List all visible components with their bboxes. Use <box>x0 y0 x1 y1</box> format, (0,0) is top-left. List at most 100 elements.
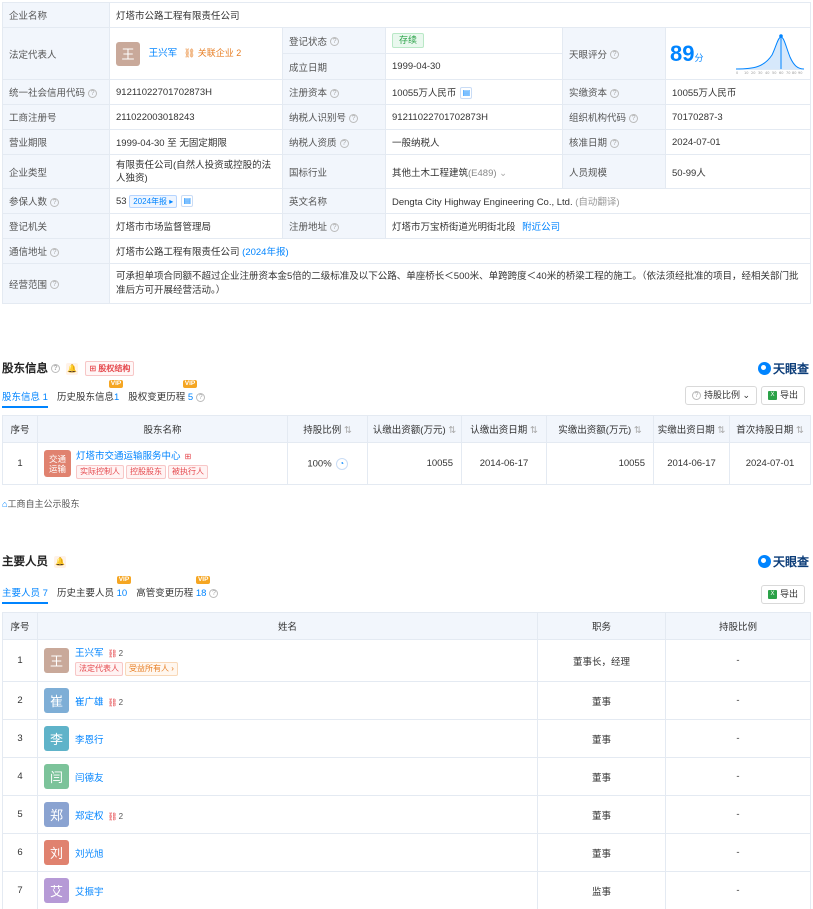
reg-capital: 10055万人民币 <box>392 87 457 99</box>
reg-capital-label-cell: 注册资本? <box>282 79 386 105</box>
taxpayer-qual: 一般纳税人 <box>385 129 563 155</box>
table-row: 2 崔崔广雄 ⛓2 董事 - <box>2 681 811 720</box>
help-icon[interactable]: ? <box>50 247 60 257</box>
help-icon[interactable]: ? <box>610 88 620 98</box>
person-avatar[interactable]: 闫 <box>44 764 69 789</box>
person-name[interactable]: 郑定权 <box>75 811 104 822</box>
person-title: 监事 <box>537 871 666 909</box>
tianyan-score-cell[interactable]: 89分 0 10 20 30 40 50 60 70 80 90 <box>664 27 812 80</box>
help-icon[interactable]: ? <box>330 88 340 98</box>
self-disclosed-shareholders-link[interactable]: ⌂工商自主公示股东 <box>2 497 79 510</box>
bell-icon[interactable]: 🔔 <box>54 555 67 568</box>
staff-header: 主要人员 🔔 <box>2 553 67 569</box>
legal-rep-avatar[interactable]: 王 <box>116 41 140 66</box>
col-paid-date[interactable]: 实缴出资日期 ⇅ <box>653 415 730 443</box>
person-name[interactable]: 刘光旭 <box>75 849 104 860</box>
col-subscribed-date[interactable]: 认缴出资日期 ⇅ <box>461 415 547 443</box>
insured-cell: 53 2024年报 ▸ ▤ <box>109 188 283 214</box>
help-icon[interactable]: ? <box>50 280 60 290</box>
annual-report-badge[interactable]: 2024年报 ▸ <box>129 194 178 208</box>
person-avatar[interactable]: 艾 <box>44 878 69 903</box>
related-corp-icon[interactable]: ⛓2 <box>108 649 124 658</box>
tab-shareholders[interactable]: 股东信息 1 <box>2 389 48 408</box>
reg-status-label: 登记状态 <box>289 36 328 48</box>
person-avatar[interactable]: 王 <box>44 648 69 673</box>
reg-capital-label: 注册资本 <box>289 88 328 99</box>
paid-capital-label: 实缴资本 <box>569 88 608 99</box>
help-icon[interactable]: ? <box>349 113 359 123</box>
tianyan-score-label: 天眼评分 <box>569 49 608 61</box>
help-icon[interactable]: ? <box>629 113 639 123</box>
nearby-companies-link[interactable]: 附近公司 <box>522 222 560 233</box>
shareholders-table: 序号 股东名称 持股比例 ⇅ 认缴出资额(万元) ⇅ 认缴出资日期 ⇅ 实缴出资… <box>2 415 811 485</box>
legal-rep-name[interactable]: 王兴军 <box>149 48 178 59</box>
help-icon[interactable]: ? <box>610 50 620 60</box>
help-icon[interactable]: ? <box>610 138 620 148</box>
tab-executive-changes[interactable]: 高管变更历程 18? VIP <box>136 576 219 604</box>
person-title: 董事 <box>537 757 666 796</box>
credit-code-label: 统一社会信用代码 <box>9 88 86 99</box>
tab-history-staff[interactable]: 历史主要人员 10 VIP <box>57 576 132 604</box>
bell-icon[interactable]: 🔔 <box>66 362 79 375</box>
help-icon[interactable]: ? <box>88 88 98 98</box>
person-avatar[interactable]: 郑 <box>44 802 69 827</box>
person-name[interactable]: 李恩行 <box>75 735 104 746</box>
person-title: 董事 <box>537 833 666 872</box>
shareholder-avatar[interactable]: 交通运输 <box>44 450 71 477</box>
equity-icon[interactable]: ⊞ <box>185 452 192 461</box>
related-corp-link[interactable]: ⛓ 关联企业 2 <box>184 48 242 58</box>
person-cell: 李李恩行 <box>37 719 538 758</box>
help-icon[interactable]: ? <box>339 138 349 148</box>
score-label-cell: 天眼评分? <box>562 27 666 80</box>
pie-icon[interactable]: ◔ <box>335 457 348 470</box>
eye-logo-icon <box>757 362 771 375</box>
sort-icon: ⇅ <box>633 425 642 436</box>
related-corp-icon[interactable]: ⛓2 <box>108 698 124 707</box>
export-button[interactable]: X 导出 <box>761 386 806 405</box>
help-icon[interactable]: ? <box>330 37 340 47</box>
tag-legal-rep: 法定代表人 <box>75 662 123 676</box>
legal-rep-cell: 王 王兴军 ⛓ 关联企业 2 <box>109 27 283 80</box>
sort-icon: ⇅ <box>795 425 804 436</box>
person-avatar[interactable]: 李 <box>44 726 69 751</box>
ratio-sort-button[interactable]: ? 持股比例 ⌄ <box>685 386 758 405</box>
tab-main-staff[interactable]: 主要人员 7 <box>2 585 48 604</box>
tab-history-shareholders[interactable]: 历史股东信息1 VIP <box>57 380 124 408</box>
tag-executed-person[interactable]: 被执行人 <box>168 465 208 479</box>
insured: 53 <box>116 195 127 207</box>
tag-beneficial-owner[interactable]: 受益所有人 › <box>125 662 178 676</box>
person-name[interactable]: 王兴军 <box>75 648 104 659</box>
chevron-down-icon: ⌄ <box>742 390 751 400</box>
industry-cell[interactable]: 其他土木工程建筑(E489) ⌄ <box>385 154 563 189</box>
help-icon[interactable]: ? <box>51 364 60 374</box>
industry: 其他土木工程建筑 <box>392 167 469 179</box>
help-icon[interactable]: ? <box>50 197 60 207</box>
col-ratio[interactable]: 持股比例 ⇅ <box>287 415 368 443</box>
export-button[interactable]: X 导出 <box>761 585 806 604</box>
vip-badge: VIP <box>116 576 132 584</box>
table-row: 6 刘刘光旭 董事 - <box>2 833 811 872</box>
col-subscribed[interactable]: 认缴出资额(万元) ⇅ <box>367 415 462 443</box>
person-name[interactable]: 艾振宇 <box>75 887 104 898</box>
person-avatar[interactable]: 崔 <box>44 688 69 713</box>
person-name[interactable]: 崔广雄 <box>75 697 104 708</box>
person-name[interactable]: 闫德友 <box>75 773 104 784</box>
tab-equity-changes[interactable]: 股权变更历程 5? VIP <box>128 380 206 408</box>
related-corp-icon[interactable]: ⛓2 <box>108 812 124 821</box>
row-index: 2 <box>2 681 38 720</box>
col-paid[interactable]: 实缴出资额(万元) ⇅ <box>546 415 654 443</box>
shareholder-name[interactable]: 灯塔市交通运输服务中心 <box>76 451 181 462</box>
equity-structure-button[interactable]: ⊞ 股权结构 <box>85 361 135 377</box>
col-first-date[interactable]: 首次持股日期 ⇅ <box>729 415 811 443</box>
help-icon[interactable]: ? <box>330 222 340 232</box>
chart-icon[interactable]: ▤ <box>460 87 473 100</box>
shareholders-header: 股东信息? 🔔 ⊞ 股权结构 <box>2 360 135 377</box>
person-cell: 王王兴军 ⛓2 法定代表人 受益所有人 › <box>37 639 538 682</box>
address-label-cell: 注册地址? <box>282 213 386 239</box>
mail-address-report[interactable]: (2024年报) <box>242 247 288 258</box>
person-ratio: - <box>665 871 811 909</box>
sort-icon: ⇅ <box>343 425 352 436</box>
chevron-down-icon: ⌄ <box>499 167 508 179</box>
person-avatar[interactable]: 刘 <box>44 840 69 865</box>
chart-icon[interactable]: ▤ <box>181 194 194 207</box>
